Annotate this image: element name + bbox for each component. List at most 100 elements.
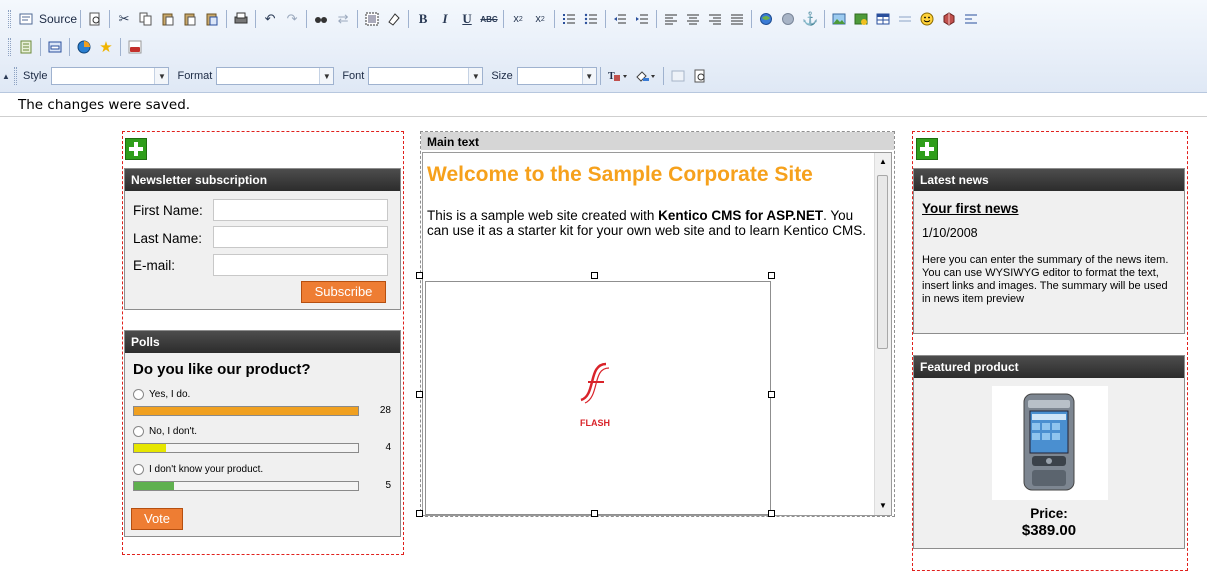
smiley-icon[interactable] xyxy=(917,9,937,29)
table-icon[interactable] xyxy=(873,9,893,29)
add-webpart-button-left[interactable] xyxy=(125,138,147,160)
toolbar-grip[interactable] xyxy=(14,67,17,85)
newsletter-webpart: Newsletter subscription First Name: Last… xyxy=(124,168,401,310)
preview-doc-icon[interactable] xyxy=(690,66,710,86)
bold-icon[interactable]: B xyxy=(413,9,433,29)
resize-handle[interactable] xyxy=(591,272,598,279)
youtube-icon[interactable] xyxy=(125,37,145,57)
poll-option[interactable]: I don't know your product. 5 xyxy=(133,464,397,500)
toolbar-separator xyxy=(255,10,257,28)
poll-radio[interactable] xyxy=(133,426,144,437)
source-icon[interactable] xyxy=(16,9,36,29)
align-left-icon[interactable] xyxy=(661,9,681,29)
poll-result-fill xyxy=(134,444,167,452)
resize-handle[interactable] xyxy=(416,391,423,398)
chevron-down-icon[interactable]: ▼ xyxy=(468,68,483,84)
copy-icon[interactable] xyxy=(136,9,156,29)
remove-format-icon[interactable] xyxy=(384,9,404,29)
preview-icon[interactable] xyxy=(85,9,105,29)
template-icon[interactable] xyxy=(16,37,36,57)
justify-icon[interactable] xyxy=(727,9,747,29)
show-blocks-icon[interactable] xyxy=(668,66,688,86)
poll-radio[interactable] xyxy=(133,389,144,400)
font-select-value xyxy=(369,68,468,84)
select-all-icon[interactable] xyxy=(362,9,382,29)
align-right-icon[interactable] xyxy=(705,9,725,29)
chevron-down-icon[interactable]: ▼ xyxy=(319,68,334,84)
source-button-label[interactable]: Source xyxy=(39,12,77,26)
scroll-thumb[interactable] xyxy=(877,175,888,349)
editor-scrollbar[interactable]: ▲ ▼ xyxy=(874,153,891,515)
align-center-icon[interactable] xyxy=(683,9,703,29)
last-name-input[interactable] xyxy=(213,226,388,248)
replace-icon[interactable]: ⇄ xyxy=(333,9,353,29)
resize-handle[interactable] xyxy=(591,510,598,517)
underline-icon[interactable]: U xyxy=(457,9,477,29)
indent-icon[interactable] xyxy=(632,9,652,29)
subscript-icon[interactable]: x2 xyxy=(508,9,528,29)
poll-radio[interactable] xyxy=(133,464,144,475)
collapse-toolbar-icon[interactable]: ▲ xyxy=(1,66,11,86)
scroll-down-icon[interactable]: ▼ xyxy=(879,501,887,510)
main-text-editor[interactable]: Welcome to the Sample Corporate Site Thi… xyxy=(422,152,892,516)
resize-handle[interactable] xyxy=(768,391,775,398)
page-break-icon[interactable] xyxy=(961,9,981,29)
chevron-down-icon[interactable]: ▼ xyxy=(581,68,596,84)
resize-handle[interactable] xyxy=(416,272,423,279)
cut-icon[interactable]: ✂ xyxy=(114,9,134,29)
main-text-zone-header-bg xyxy=(421,132,894,150)
strikethrough-icon[interactable]: ABC xyxy=(479,9,499,29)
paste-word-icon[interactable] xyxy=(202,9,222,29)
product-image[interactable] xyxy=(992,386,1108,500)
resize-handle[interactable] xyxy=(416,510,423,517)
intro-text-product: Kentico CMS for ASP.NET xyxy=(658,208,824,223)
resize-handle[interactable] xyxy=(768,272,775,279)
text-color-icon[interactable]: T xyxy=(605,66,631,86)
paste-icon[interactable] xyxy=(158,9,178,29)
poll-option[interactable]: No, I don't. 4 xyxy=(133,426,397,462)
superscript-icon[interactable]: x2 xyxy=(530,9,550,29)
horizontal-rule-icon[interactable] xyxy=(895,9,915,29)
add-webpart-button-right[interactable] xyxy=(916,138,938,160)
toolbar-grip[interactable] xyxy=(8,10,11,28)
unlink-icon[interactable] xyxy=(778,9,798,29)
resize-handle[interactable] xyxy=(768,510,775,517)
numbered-list-icon[interactable] xyxy=(559,9,579,29)
widget-icon[interactable] xyxy=(74,37,94,57)
toolbar-grip[interactable] xyxy=(8,38,11,56)
format-select[interactable]: ▼ xyxy=(216,67,335,85)
font-select[interactable]: ▼ xyxy=(368,67,484,85)
anchor-icon[interactable]: ⚓ xyxy=(800,9,820,29)
editor-toolbar: Source ✂ ↶ ↷ ⇄ B I U ABC x2 x2 ⚓ ★ ▲ Sty… xyxy=(0,0,1207,93)
size-label: Size xyxy=(491,70,513,82)
special-char-icon[interactable] xyxy=(939,9,959,29)
redo-icon[interactable]: ↷ xyxy=(282,9,302,29)
news-title-link[interactable]: Your first news xyxy=(922,201,1019,216)
scroll-up-icon[interactable]: ▲ xyxy=(879,157,887,166)
style-select[interactable]: ▼ xyxy=(51,67,170,85)
flash-object[interactable]: FLASH xyxy=(425,281,771,515)
media-icon[interactable] xyxy=(851,9,871,29)
italic-icon[interactable]: I xyxy=(435,9,455,29)
email-input[interactable] xyxy=(213,254,388,276)
format-label: Format xyxy=(177,70,213,82)
find-icon[interactable] xyxy=(311,9,331,29)
size-select[interactable]: ▼ xyxy=(516,67,597,85)
print-icon[interactable] xyxy=(231,9,251,29)
bookmark-icon[interactable]: ★ xyxy=(96,37,116,57)
chevron-down-icon[interactable]: ▼ xyxy=(154,68,169,84)
first-name-input[interactable] xyxy=(213,199,388,221)
subscribe-button[interactable]: Subscribe xyxy=(301,281,386,303)
undo-icon[interactable]: ↶ xyxy=(260,9,280,29)
bulleted-list-icon[interactable] xyxy=(581,9,601,29)
form-icon[interactable] xyxy=(45,37,65,57)
image-icon[interactable] xyxy=(829,9,849,29)
toolbar-separator xyxy=(408,10,410,28)
paste-text-icon[interactable] xyxy=(180,9,200,29)
outdent-icon[interactable] xyxy=(610,9,630,29)
background-color-icon[interactable] xyxy=(633,66,659,86)
link-icon[interactable] xyxy=(756,9,776,29)
poll-option[interactable]: Yes, I do. 28 xyxy=(133,389,397,425)
save-status-message: The changes were saved. xyxy=(18,97,191,113)
vote-button[interactable]: Vote xyxy=(131,508,183,530)
